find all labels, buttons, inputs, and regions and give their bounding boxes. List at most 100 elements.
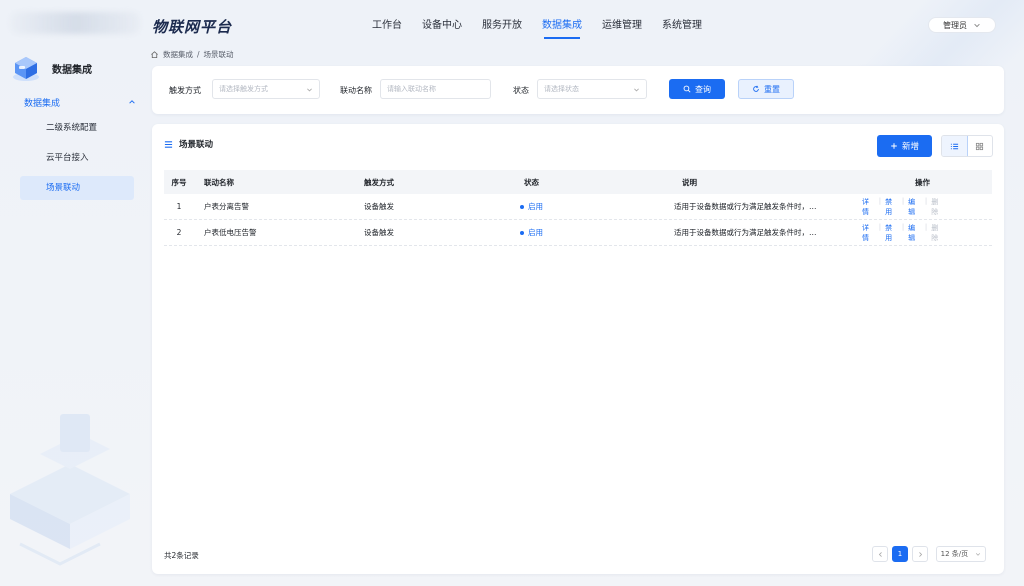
filter-panel: 触发方式 请选择触发方式 联动名称 请输入联动名称 状态 请选择状态 查询 重置: [152, 66, 1004, 114]
breadcrumb-root[interactable]: 数据集成: [163, 49, 193, 60]
divider: |: [878, 196, 882, 205]
grid-view-icon: [976, 142, 984, 150]
name-label: 联动名称: [340, 86, 372, 95]
disable-link[interactable]: 禁用: [885, 197, 898, 217]
divider: |: [924, 196, 928, 205]
edit-link[interactable]: 编辑: [908, 197, 921, 217]
status-dot: [520, 230, 524, 235]
row-desc: 适用于设备数据或行为满足触发条件时，…: [674, 202, 817, 211]
status-select[interactable]: 请选择状态: [537, 79, 647, 99]
row-trigger: 设备触发: [364, 228, 394, 237]
chevron-up-icon: [129, 100, 135, 104]
query-button-label: 查询: [695, 84, 711, 94]
status-text: 启用: [528, 202, 543, 211]
user-name: 管理员: [943, 20, 967, 30]
search-icon: [683, 85, 691, 93]
row-name: 户表低电压告警: [204, 228, 257, 237]
trigger-placeholder: 请选择触发方式: [219, 85, 268, 93]
next-page-button[interactable]: [912, 546, 928, 562]
chevron-left-icon: [878, 551, 882, 557]
reset-button[interactable]: 重置: [738, 79, 794, 99]
add-button-label: 新增: [901, 142, 919, 152]
trigger-label: 触发方式: [169, 86, 201, 95]
row-status: 启用: [514, 227, 672, 238]
table-row: 1 户表分离告警 设备触发 启用 适用于设备数据或行为满足触发条件时，… 详情 …: [164, 194, 992, 220]
sidebar-group-data-integration[interactable]: 数据集成: [24, 94, 136, 110]
divider: |: [878, 222, 882, 231]
nav-data-integration[interactable]: 数据集成: [532, 0, 592, 44]
data-cube-icon: [13, 57, 39, 81]
sidebar-decoration: [10, 414, 130, 566]
breadcrumb: 数据集成 / 场景联动: [150, 49, 234, 60]
sidebar-title: 数据集成: [52, 64, 92, 76]
sidebar-item-scene-linkage[interactable]: 场景联动: [20, 176, 134, 200]
breadcrumb-current: 场景联动: [203, 50, 234, 59]
nav-device-center[interactable]: 设备中心: [412, 0, 472, 44]
nav-service-open[interactable]: 服务开放: [472, 0, 532, 44]
grid-view-button[interactable]: [968, 136, 993, 156]
linkage-table: 序号 联动名称 触发方式 状态 说明 操作 1 户表分离告警 设备触发 启用 适…: [164, 170, 992, 246]
row-trigger: 设备触发: [364, 202, 394, 211]
page-1-button[interactable]: 1: [892, 546, 908, 562]
list-view-button[interactable]: [942, 136, 968, 156]
main-nav: 工作台 设备中心 服务开放 数据集成 运维管理 系统管理: [362, 0, 712, 44]
top-bar: 物联网平台 工作台 设备中心 服务开放 数据集成 运维管理 系统管理 管理员: [0, 0, 1024, 80]
table-row: 2 户表低电压告警 设备触发 启用 适用于设备数据或行为满足触发条件时，… 详情…: [164, 220, 992, 246]
query-button[interactable]: 查询: [669, 79, 725, 99]
row-name: 户表分离告警: [204, 202, 249, 211]
pagination: 1 12 条/页: [872, 546, 986, 562]
sidebar-item-secondary-system[interactable]: 二级系统配置: [20, 116, 134, 140]
row-index: 2: [176, 228, 182, 237]
list-icon: [164, 140, 173, 148]
plus-icon: [891, 143, 897, 149]
logo-image: [10, 12, 140, 34]
header-index: 序号: [171, 177, 187, 187]
name-input[interactable]: 请输入联动名称: [380, 79, 491, 99]
status-text: 启用: [528, 228, 543, 237]
header-desc: 说明: [682, 177, 697, 187]
panel-header: 场景联动: [164, 138, 213, 150]
main-panel: 场景联动 新增 序号 联动名称 触发方式 状态 说明 操作 1 户表分离告警 设…: [152, 124, 1004, 574]
app-title: 物联网平台: [152, 18, 233, 36]
divider: |: [924, 222, 928, 231]
chevron-down-icon: [634, 88, 639, 91]
user-menu[interactable]: 管理员: [928, 17, 996, 33]
detail-link[interactable]: 详情: [862, 223, 875, 243]
nav-ops-management[interactable]: 运维管理: [592, 0, 652, 44]
panel-title: 场景联动: [179, 140, 214, 150]
detail-link[interactable]: 详情: [862, 197, 875, 217]
refresh-icon: [753, 85, 759, 92]
status-dot: [520, 204, 524, 209]
header-name: 联动名称: [204, 177, 234, 187]
divider: |: [901, 222, 905, 231]
row-status: 启用: [514, 201, 672, 212]
chevron-down-icon: [976, 553, 981, 556]
delete-link: 删除: [931, 223, 939, 242]
disable-link[interactable]: 禁用: [885, 223, 898, 243]
row-actions: 详情 | 禁用 | 编辑 | 删除: [862, 223, 992, 243]
nav-system-management[interactable]: 系统管理: [652, 0, 712, 44]
divider: |: [901, 196, 905, 205]
view-toggle: [941, 135, 993, 157]
row-actions: 详情 | 禁用 | 编辑 | 删除: [862, 197, 992, 217]
page-size-select[interactable]: 12 条/页: [936, 546, 986, 562]
delete-link: 删除: [931, 197, 939, 216]
row-desc: 适用于设备数据或行为满足触发条件时，…: [674, 228, 817, 237]
header-trigger: 触发方式: [364, 177, 394, 187]
prev-page-button[interactable]: [872, 546, 888, 562]
table-header: 序号 联动名称 触发方式 状态 说明 操作: [164, 170, 992, 194]
header-status: 状态: [524, 177, 539, 187]
total-records: 共2条记录: [164, 551, 199, 560]
row-index: 1: [176, 202, 182, 211]
sidebar: 数据集成 数据集成 二级系统配置 云平台接入 场景联动: [0, 44, 146, 586]
home-icon[interactable]: [150, 50, 159, 59]
sidebar-item-cloud-access[interactable]: 云平台接入: [20, 146, 134, 170]
add-button[interactable]: 新增: [877, 135, 932, 157]
edit-link[interactable]: 编辑: [908, 223, 921, 243]
sidebar-header: 数据集成: [10, 54, 92, 82]
trigger-select[interactable]: 请选择触发方式: [212, 79, 320, 99]
chevron-right-icon: [918, 551, 922, 557]
status-placeholder: 请选择状态: [544, 85, 579, 93]
chevron-down-icon: [307, 88, 312, 91]
nav-workbench[interactable]: 工作台: [362, 0, 412, 44]
